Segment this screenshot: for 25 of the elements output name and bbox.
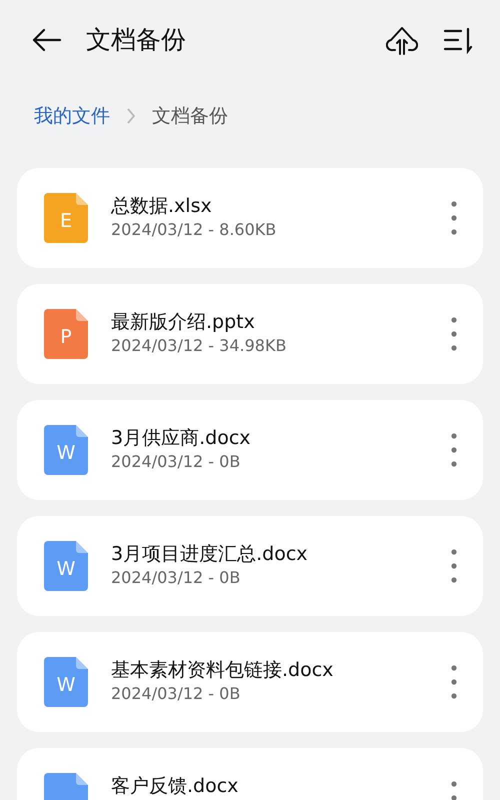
file-details: 2024/03/12 - 0B <box>111 567 242 590</box>
file-name: 3月项目进度汇总.docx <box>111 542 309 568</box>
breadcrumb-link[interactable]: 我的文件 <box>34 102 110 130</box>
file-name: 基本素材资料包链接.docx <box>111 658 334 684</box>
file-icon: P <box>44 309 88 359</box>
file-card[interactable]: W 3月项目进度汇总.docx 2024/03/12 - 0B <box>17 516 483 616</box>
file-name: 总数据.xlsx <box>111 194 213 220</box>
breadcrumb-current: 文档备份 <box>152 104 228 129</box>
file-card[interactable]: W 3月供应商.docx 2024/03/12 - 0B <box>17 400 483 500</box>
file-icon: E <box>44 193 88 243</box>
file-icon: W <box>44 425 88 475</box>
file-icon: W <box>44 657 88 707</box>
file-details: 2024/03/12 - 0B <box>111 683 242 706</box>
file-name: 最新版介绍.pptx <box>111 310 256 336</box>
file-icon: W <box>44 541 88 591</box>
file-card[interactable]: W 基本素材资料包链接.docx 2024/03/12 - 0B <box>17 632 483 732</box>
file-card[interactable]: 客户反馈.docx <box>17 748 483 800</box>
file-name: 客户反馈.docx <box>111 774 240 798</box>
file-card[interactable]: P 最新版介绍.pptx 2024/03/12 - 34.98KB <box>17 284 483 384</box>
file-details: 2024/03/12 - 0B <box>111 451 242 474</box>
file-details: 2024/03/12 - 8.60KB <box>111 219 278 242</box>
file-card[interactable]: E 总数据.xlsx 2024/03/12 - 8.60KB <box>17 168 483 268</box>
page-title: 文档备份 <box>86 24 187 56</box>
file-details: 2024/03/12 - 34.98KB <box>111 335 288 358</box>
file-name: 3月供应商.docx <box>111 426 252 452</box>
